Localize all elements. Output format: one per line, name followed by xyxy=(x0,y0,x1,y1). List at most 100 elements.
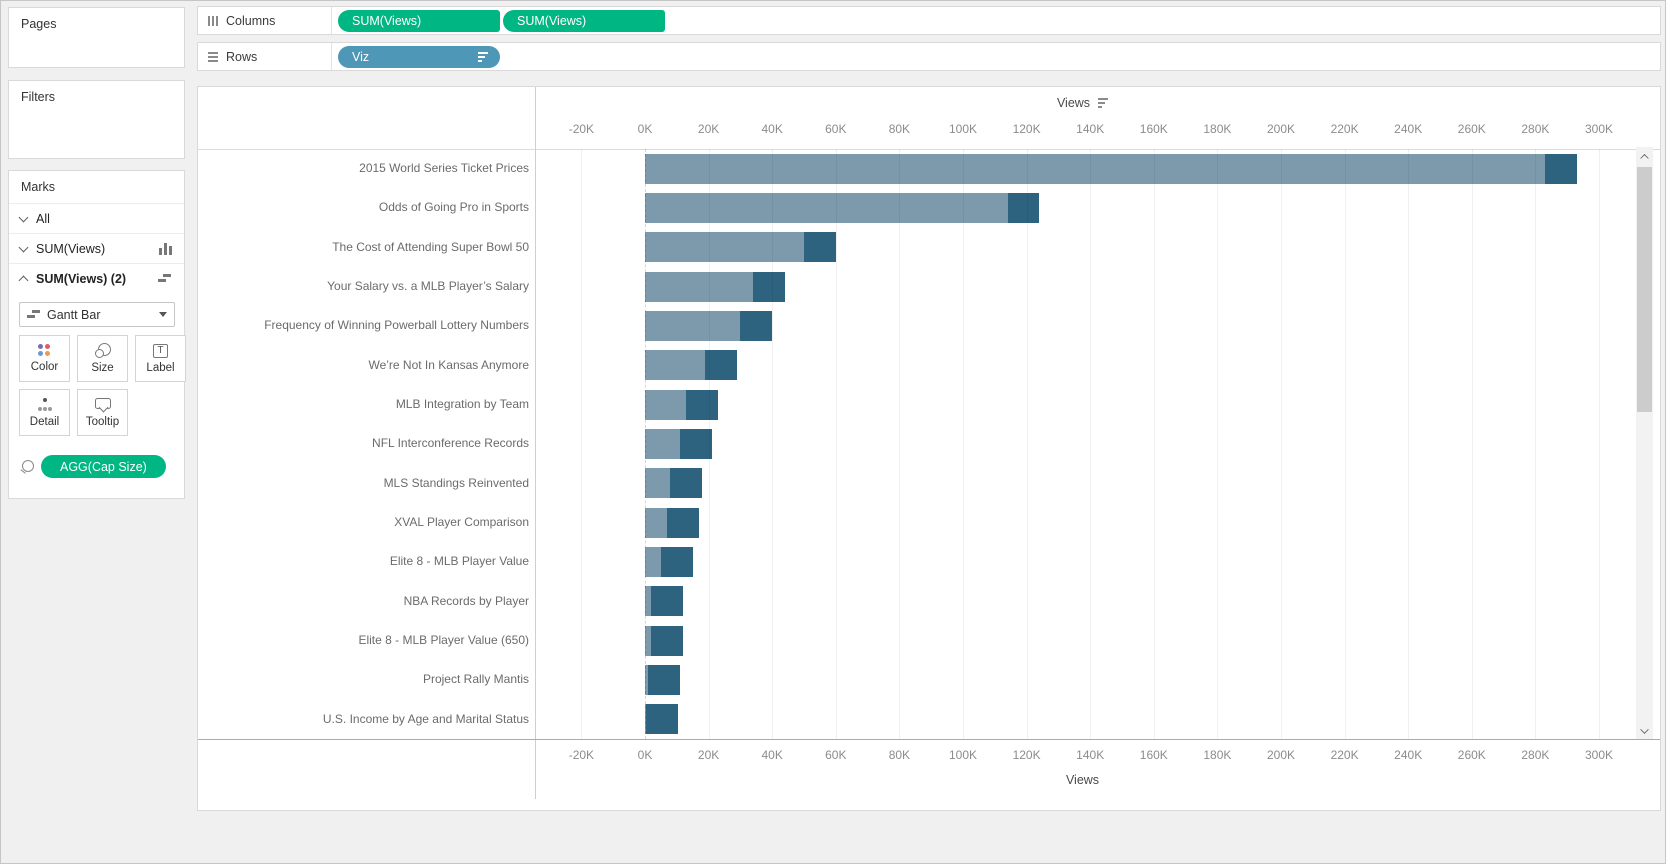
row-label[interactable]: MLB Integration by Team xyxy=(249,385,529,424)
bar-cap[interactable] xyxy=(753,271,785,302)
bar-cap[interactable] xyxy=(679,428,712,459)
chevron-up-icon[interactable] xyxy=(19,274,28,283)
columns-shelf[interactable]: Columns SUM(Views) SUM(Views) xyxy=(197,6,1661,35)
chart-row: NFL Interconference Records xyxy=(198,424,1662,463)
button-label: Label xyxy=(146,361,175,374)
chevron-down-icon[interactable] xyxy=(19,214,28,223)
chevron-down-icon[interactable] xyxy=(19,244,28,253)
row-label[interactable]: Elite 8 - MLB Player Value (650) xyxy=(249,621,529,660)
axis-tick: 40K xyxy=(761,122,783,136)
chevron-down-icon xyxy=(159,312,167,317)
bar-base[interactable] xyxy=(645,468,671,499)
chevron-up-icon xyxy=(1641,152,1649,160)
marks-sections: All SUM(Views) SUM(Views) (2) xyxy=(9,203,184,293)
axis-tick: -20K xyxy=(568,748,595,762)
chart-row: U.S. Income by Age and Marital Status xyxy=(198,700,1662,739)
label-icon xyxy=(153,343,168,358)
row-label[interactable]: Project Rally Mantis xyxy=(249,660,529,699)
axis-tick: 200K xyxy=(1266,748,1296,762)
row-label[interactable]: XVAL Player Comparison xyxy=(249,503,529,542)
chart-row: Elite 8 - MLB Player Value xyxy=(198,542,1662,581)
bar-cap[interactable] xyxy=(686,389,719,420)
filters-shelf[interactable]: Filters xyxy=(8,80,185,159)
row-label[interactable]: NFL Interconference Records xyxy=(249,424,529,463)
axis-tick: 160K xyxy=(1139,122,1168,136)
mark-type-dropdown[interactable]: Gantt Bar xyxy=(19,302,175,327)
row-label[interactable]: MLS Standings Reinvented xyxy=(249,464,529,503)
size-button[interactable]: Size xyxy=(77,335,128,382)
axis-tick: 240K xyxy=(1394,122,1423,136)
axis-tick: 180K xyxy=(1203,748,1232,762)
chart-row: MLS Standings Reinvented xyxy=(198,464,1662,503)
pages-shelf[interactable]: Pages xyxy=(8,7,185,68)
row-label[interactable]: Your Salary vs. a MLB Player’s Salary xyxy=(249,267,529,306)
bar-cap[interactable] xyxy=(648,664,680,695)
tooltip-button[interactable]: Tooltip xyxy=(77,389,128,436)
row-label[interactable]: Elite 8 - MLB Player Value xyxy=(249,542,529,581)
marks-section-label: SUM(Views) (2) xyxy=(36,271,127,286)
scroll-up-button[interactable] xyxy=(1636,147,1653,165)
axis-tick: 160K xyxy=(1139,748,1168,762)
bar-base[interactable] xyxy=(645,232,804,263)
sort-descending-icon xyxy=(478,51,488,62)
bar-base[interactable] xyxy=(645,153,1545,184)
bar-cap[interactable] xyxy=(740,310,773,341)
axis-tick: 300K xyxy=(1584,122,1614,136)
lasso-icon[interactable] xyxy=(20,459,34,474)
bar-cap[interactable] xyxy=(651,586,684,617)
bar-cap[interactable] xyxy=(1007,192,1040,223)
sort-descending-icon[interactable] xyxy=(1098,98,1109,108)
bar-cap[interactable] xyxy=(804,232,836,263)
marks-card-section[interactable]: SUM(Views) (2) xyxy=(9,263,184,293)
axis-tick: 100K xyxy=(948,122,978,136)
rows-shelf[interactable]: Rows Viz xyxy=(197,42,1661,71)
row-label[interactable]: NBA Records by Player xyxy=(249,582,529,621)
chevron-down-icon xyxy=(1641,726,1649,734)
marks-panel: Marks All SUM(Views) SUM(Views) (2) Gantt … xyxy=(8,170,186,499)
bar-cap[interactable] xyxy=(667,507,700,538)
bar-base[interactable] xyxy=(645,389,687,420)
rows-pill-area: Viz xyxy=(332,45,500,68)
chart-row: The Cost of Attending Super Bowl 50 xyxy=(198,228,1662,267)
detail-button[interactable]: Detail xyxy=(19,389,70,436)
bar-cap[interactable] xyxy=(670,468,703,499)
color-button[interactable]: Color xyxy=(19,335,70,382)
row-label[interactable]: 2015 World Series Ticket Prices xyxy=(249,149,529,188)
bar-base[interactable] xyxy=(645,310,741,341)
bar-cap[interactable] xyxy=(1544,153,1577,184)
marks-section-label: All xyxy=(36,211,50,226)
bar-base[interactable] xyxy=(645,546,661,577)
row-label[interactable]: The Cost of Attending Super Bowl 50 xyxy=(249,228,529,267)
scroll-down-button[interactable] xyxy=(1636,721,1653,739)
button-label: Color xyxy=(30,361,59,373)
row-label[interactable]: Odds of Going Pro in Sports xyxy=(249,188,529,227)
bar-cap[interactable] xyxy=(645,704,678,735)
vertical-scrollbar[interactable] xyxy=(1636,147,1653,739)
bar-base[interactable] xyxy=(645,350,706,381)
dimension-pill[interactable]: Viz xyxy=(338,45,500,68)
bar-base[interactable] xyxy=(645,271,754,302)
axis-ticks-bottom: -20K 0K 20K 40K 60K 80K 100K 120K 140K 160K 180K 20… xyxy=(198,748,1660,764)
axis-tick: 180K xyxy=(1203,122,1232,136)
bar-base[interactable] xyxy=(645,507,668,538)
agg-cap-size-pill[interactable]: AGG(Cap Size) xyxy=(41,455,166,478)
bar-base[interactable] xyxy=(645,192,1008,223)
axis-line-bottom xyxy=(198,739,1660,740)
bar-base[interactable] xyxy=(645,428,680,459)
axis-tick: 220K xyxy=(1330,748,1359,762)
row-label[interactable]: U.S. Income by Age and Marital Status xyxy=(249,700,529,739)
bar-cap[interactable] xyxy=(705,350,738,381)
label-button[interactable]: Label xyxy=(135,335,186,382)
measure-pill[interactable]: SUM(Views) xyxy=(338,9,500,32)
marks-card-section[interactable]: SUM(Views) xyxy=(9,233,184,263)
bar-cap[interactable] xyxy=(651,625,684,656)
marks-card-section[interactable]: All xyxy=(9,203,184,233)
rows-shelf-label: Rows xyxy=(198,43,332,70)
row-label[interactable]: We’re Not In Kansas Anymore xyxy=(249,346,529,385)
measure-pill[interactable]: SUM(Views) xyxy=(503,9,665,32)
bar-cap[interactable] xyxy=(660,546,693,577)
row-label[interactable]: Frequency of Winning Powerball Lottery N… xyxy=(249,306,529,345)
axis-tick: 80K xyxy=(888,748,911,762)
scrollbar-thumb[interactable] xyxy=(1637,167,1652,412)
chart-row: Odds of Going Pro in Sports xyxy=(198,188,1662,227)
